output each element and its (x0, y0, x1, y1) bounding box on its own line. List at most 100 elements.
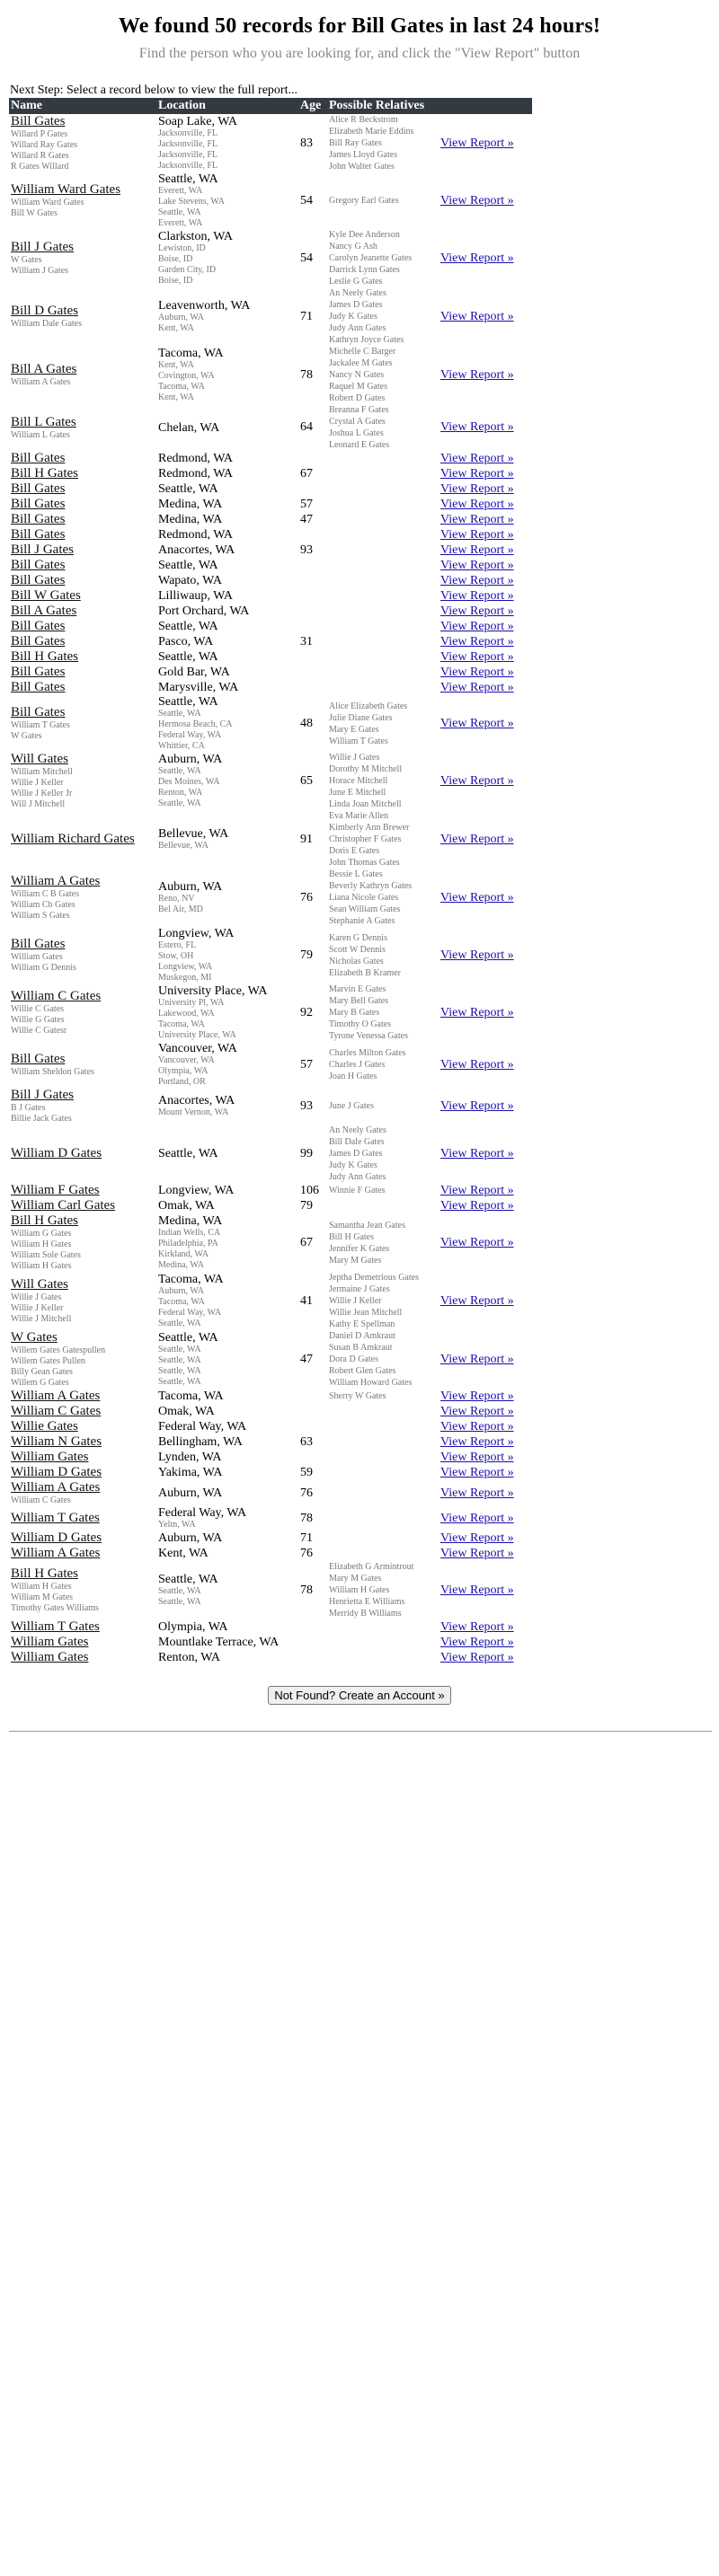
view-report-link[interactable]: View Report » (440, 543, 514, 557)
view-report-link[interactable]: View Report » (440, 1353, 514, 1366)
person-name-link[interactable]: W Gates (11, 1330, 155, 1345)
view-report-link[interactable]: View Report » (440, 1006, 514, 1019)
view-report-link[interactable]: View Report » (440, 251, 514, 265)
view-report-link[interactable]: View Report » (440, 948, 514, 962)
view-report-link[interactable]: View Report » (440, 589, 514, 603)
person-name-link[interactable]: Bill H Gates (11, 1213, 155, 1229)
person-name-link[interactable]: William Richard Gates (11, 832, 155, 847)
view-report-link[interactable]: View Report » (440, 513, 514, 526)
person-name-link[interactable]: William Carl Gates (11, 1198, 155, 1213)
person-name-link[interactable]: William Gates (11, 1635, 155, 1650)
person-name-link[interactable]: Bill Gates (11, 497, 155, 512)
view-report-link[interactable]: View Report » (440, 1389, 514, 1403)
view-report-link[interactable]: View Report » (440, 467, 514, 481)
person-name-link[interactable]: Bill A Gates (11, 362, 155, 377)
person-name-link[interactable]: Bill Gates (11, 573, 155, 588)
view-report-link[interactable]: View Report » (440, 620, 514, 633)
person-name-link[interactable]: William D Gates (11, 1531, 155, 1546)
person-name-link[interactable]: William N Gates (11, 1434, 155, 1450)
view-report-link[interactable]: View Report » (440, 1199, 514, 1213)
person-name-link[interactable]: Will Gates (11, 752, 155, 767)
view-report-link[interactable]: View Report » (440, 420, 514, 434)
view-report-link[interactable]: View Report » (440, 1512, 514, 1525)
view-report-link[interactable]: View Report » (440, 774, 514, 788)
view-report-link[interactable]: View Report » (440, 1405, 514, 1418)
person-name-link[interactable]: William F Gates (11, 1183, 155, 1198)
view-report-link[interactable]: View Report » (440, 1294, 514, 1308)
person-name-link[interactable]: William T Gates (11, 1511, 155, 1526)
person-name-link[interactable]: William D Gates (11, 1146, 155, 1161)
person-name-link[interactable]: William A Gates (11, 1480, 155, 1495)
view-report-link[interactable]: View Report » (440, 137, 514, 150)
person-name-link[interactable]: William C Gates (11, 989, 155, 1004)
view-report-link[interactable]: View Report » (440, 1531, 514, 1545)
person-name-link[interactable]: Will Gates (11, 1277, 155, 1292)
view-report-link[interactable]: View Report » (440, 1636, 514, 1649)
view-report-link[interactable]: View Report » (440, 891, 514, 904)
person-name-link[interactable]: William C Gates (11, 1404, 155, 1419)
person-name-link[interactable]: William A Gates (11, 1389, 155, 1404)
view-report-link[interactable]: View Report » (440, 1058, 514, 1072)
person-name-link[interactable]: Bill J Gates (11, 1088, 155, 1103)
view-report-link[interactable]: View Report » (440, 482, 514, 496)
person-name-link[interactable]: William A Gates (11, 1546, 155, 1561)
person-name-link[interactable]: Bill A Gates (11, 604, 155, 619)
person-name-link[interactable]: Bill Gates (11, 527, 155, 543)
person-name-link[interactable]: Bill J Gates (11, 543, 155, 558)
view-report-link[interactable]: View Report » (440, 1435, 514, 1449)
person-name-link[interactable]: Bill Gates (11, 705, 155, 720)
person-name-link[interactable]: William D Gates (11, 1465, 155, 1480)
person-name-link[interactable]: Bill Gates (11, 558, 155, 573)
person-name-link[interactable]: William Ward Gates (11, 182, 155, 198)
person-name-link[interactable]: Bill Gates (11, 665, 155, 680)
view-report-link[interactable]: View Report » (440, 1420, 514, 1434)
person-name-link[interactable]: Bill Gates (11, 619, 155, 634)
person-name-link[interactable]: William Gates (11, 1650, 155, 1665)
view-report-link[interactable]: View Report » (440, 666, 514, 679)
view-report-link[interactable]: View Report » (440, 1547, 514, 1560)
view-report-link[interactable]: View Report » (440, 498, 514, 511)
view-report-link[interactable]: View Report » (440, 1651, 514, 1664)
person-name-link[interactable]: Bill H Gates (11, 466, 155, 481)
view-report-link[interactable]: View Report » (440, 1620, 514, 1634)
person-name-link[interactable]: Bill J Gates (11, 240, 155, 255)
person-name-link[interactable]: William Gates (11, 1450, 155, 1465)
view-report-link[interactable]: View Report » (440, 681, 514, 694)
person-name-link[interactable]: Bill H Gates (11, 1566, 155, 1582)
person-name-link[interactable]: Willie Gates (11, 1419, 155, 1434)
person-name-link[interactable]: Bill W Gates (11, 588, 155, 604)
person-name-link[interactable]: Bill Gates (11, 481, 155, 497)
person-name-link[interactable]: William T Gates (11, 1619, 155, 1635)
person-name-link[interactable]: Bill D Gates (11, 304, 155, 319)
person-name-link[interactable]: Bill Gates (11, 512, 155, 527)
view-report-link[interactable]: View Report » (440, 833, 514, 846)
view-report-link[interactable]: View Report » (440, 635, 514, 648)
view-report-link[interactable]: View Report » (440, 604, 514, 618)
view-report-link[interactable]: View Report » (440, 1486, 514, 1500)
view-report-link[interactable]: View Report » (440, 1147, 514, 1160)
view-report-link[interactable]: View Report » (440, 452, 514, 465)
view-report-link[interactable]: View Report » (440, 528, 514, 542)
view-report-link[interactable]: View Report » (440, 1236, 514, 1249)
view-report-link[interactable]: View Report » (440, 559, 514, 572)
person-name-link[interactable]: Bill Gates (11, 937, 155, 952)
view-report-link[interactable]: View Report » (440, 1466, 514, 1479)
view-report-link[interactable]: View Report » (440, 717, 514, 730)
view-report-link[interactable]: View Report » (440, 650, 514, 664)
person-name-link[interactable]: Bill Gates (11, 114, 155, 129)
person-name-link[interactable]: Bill Gates (11, 1052, 155, 1067)
view-report-link[interactable]: View Report » (440, 310, 514, 323)
person-name-link[interactable]: Bill Gates (11, 451, 155, 466)
create-account-button[interactable]: Not Found? Create an Account » (268, 1686, 451, 1705)
person-name-link[interactable]: Bill Gates (11, 634, 155, 649)
view-report-link[interactable]: View Report » (440, 1184, 514, 1197)
view-report-link[interactable]: View Report » (440, 194, 514, 207)
view-report-link[interactable]: View Report » (440, 1584, 514, 1597)
person-name-link[interactable]: Bill L Gates (11, 415, 155, 430)
person-name-link[interactable]: Bill H Gates (11, 649, 155, 665)
view-report-link[interactable]: View Report » (440, 574, 514, 587)
view-report-link[interactable]: View Report » (440, 1451, 514, 1464)
view-report-link[interactable]: View Report » (440, 1099, 514, 1113)
person-name-link[interactable]: William A Gates (11, 874, 155, 889)
view-report-link[interactable]: View Report » (440, 368, 514, 382)
